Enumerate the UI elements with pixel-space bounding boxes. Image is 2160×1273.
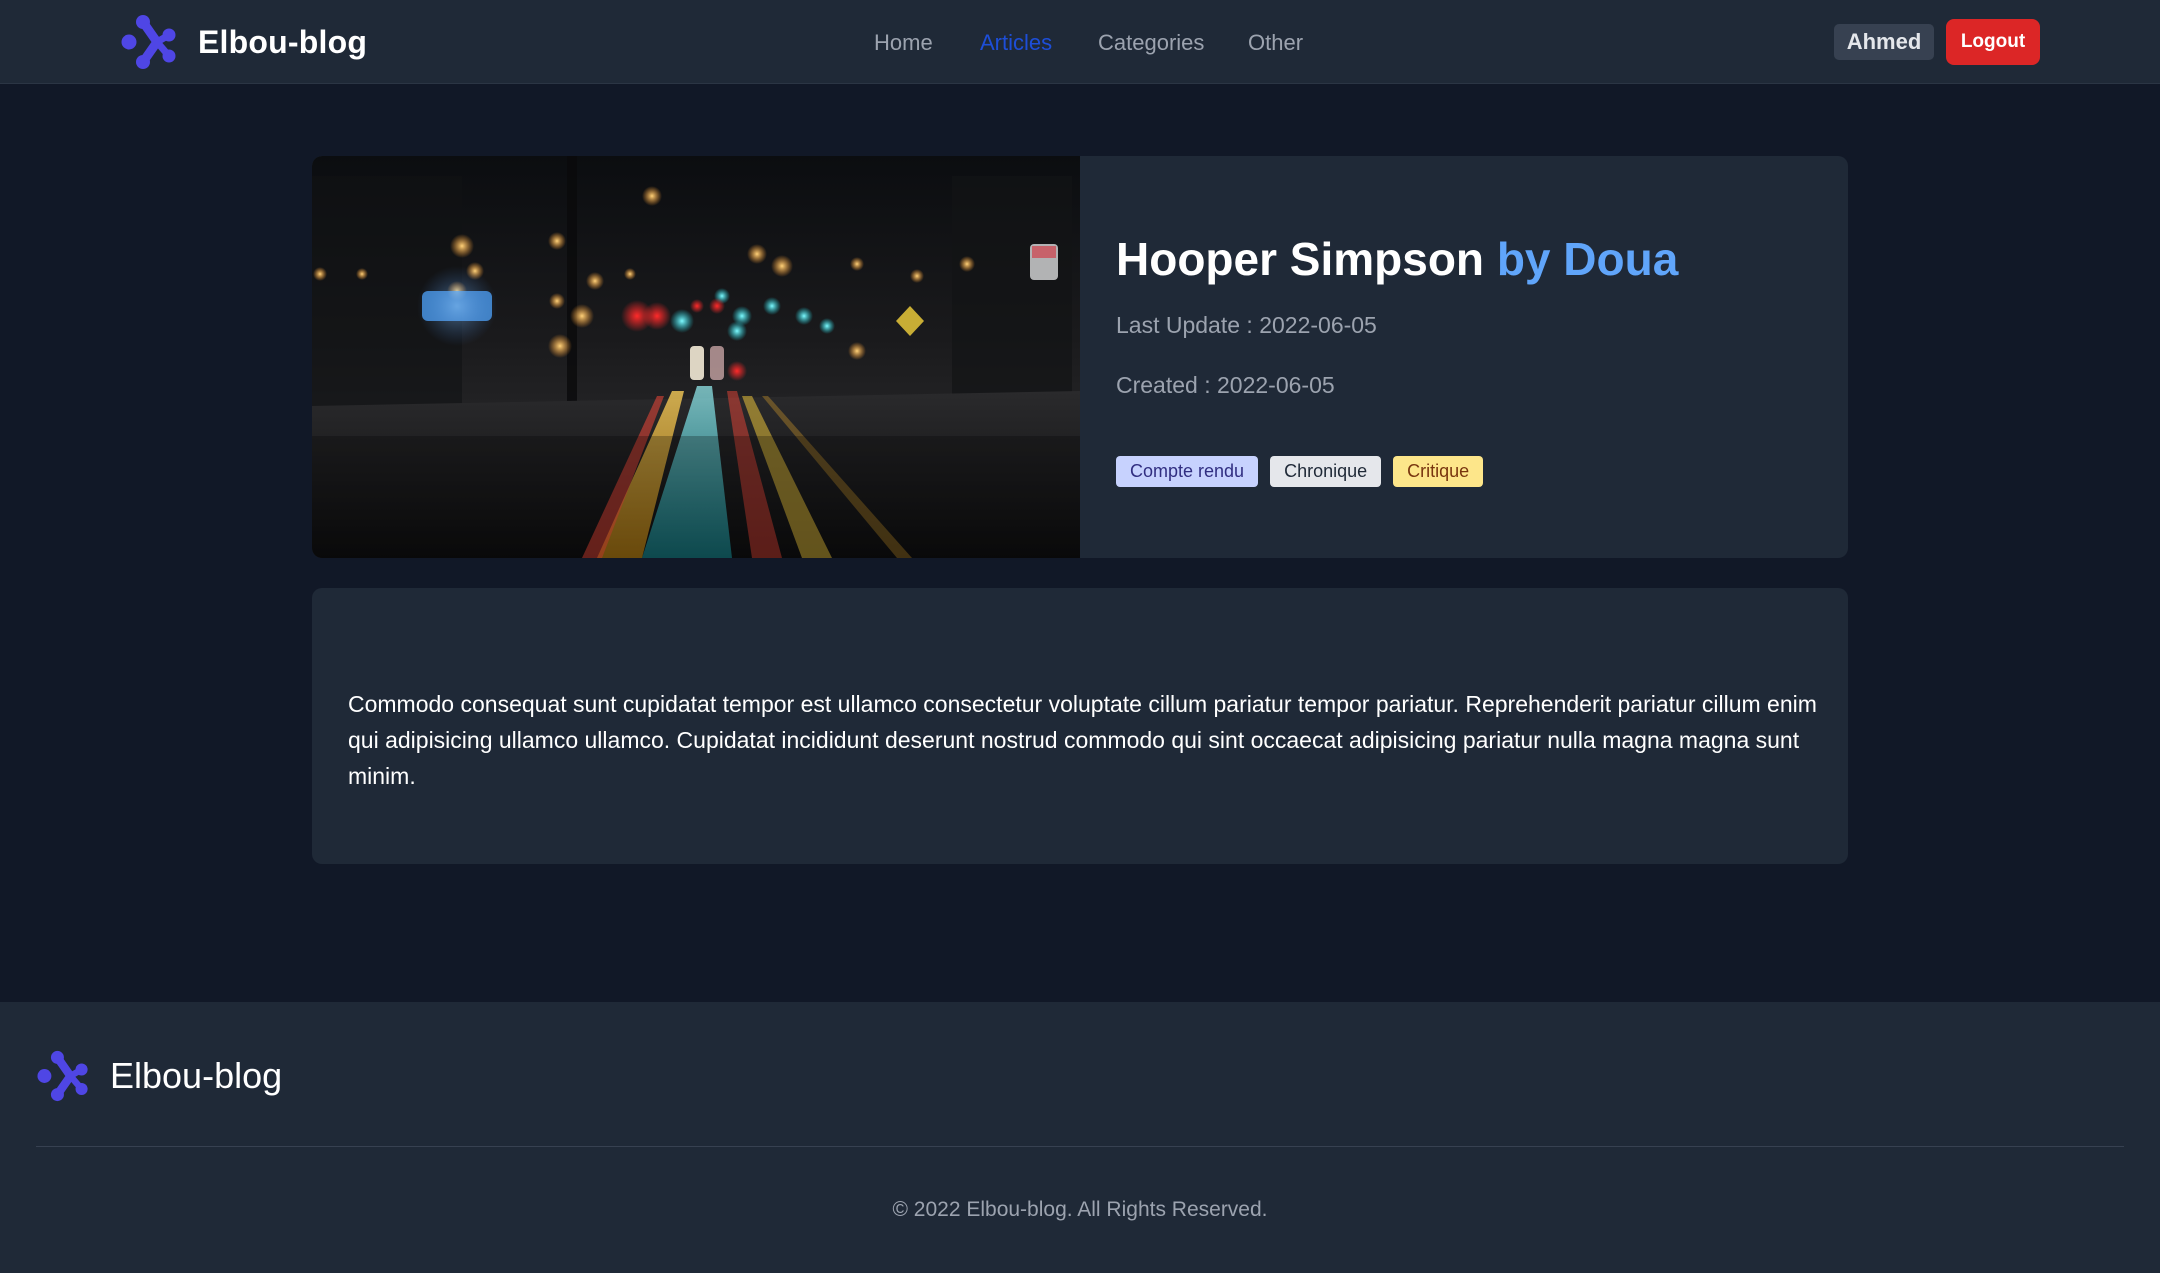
brand-logo-icon xyxy=(121,15,176,69)
tag-compte-rendu[interactable]: Compte rendu xyxy=(1116,456,1259,487)
nav-home[interactable]: Home xyxy=(874,28,933,58)
brand[interactable]: Elbou-blog xyxy=(120,14,367,70)
created-date: Created : 2022-06-05 xyxy=(1116,372,1335,398)
article-body-text: Commodo consequat sunt cupidatat tempor … xyxy=(348,691,1817,789)
brand-name: Elbou-blog xyxy=(198,23,368,60)
last-update-date: Last Update : 2022-06-05 xyxy=(1116,312,1377,338)
article-title: Hooper Simpson by Doua xyxy=(1116,232,1678,286)
article-author[interactable]: by Doua xyxy=(1497,233,1678,285)
article-tags: Compte rendu Chronique Critique xyxy=(1116,456,1484,487)
top-navbar: Elbou-blog Home Articles Categories Othe… xyxy=(0,0,2160,84)
article-body-card: Commodo consequat sunt cupidatat tempor … xyxy=(312,588,1848,864)
tag-chronique[interactable]: Chronique xyxy=(1270,456,1382,487)
footer-brand[interactable]: Elbou-blog xyxy=(36,1048,282,1104)
nav-other[interactable]: Other xyxy=(1248,28,1303,58)
logout-button[interactable]: Logout xyxy=(1946,19,2040,65)
footer: Elbou-blog © 2022 Elbou-blog. All Rights… xyxy=(0,1002,2160,1273)
brand-logo-icon xyxy=(37,1050,88,1102)
night-street-photo xyxy=(312,156,1080,558)
article-hero-image xyxy=(312,156,1080,558)
article-header-card: Hooper Simpson by Doua Last Update : 202… xyxy=(312,156,1848,558)
footer-brand-name: Elbou-blog xyxy=(110,1055,283,1096)
user-name-badge[interactable]: Ahmed xyxy=(1834,24,1934,60)
footer-divider xyxy=(36,1146,2124,1147)
copyright-text: © 2022 Elbou-blog. All Rights Reserved. xyxy=(892,1198,1268,1221)
tag-critique[interactable]: Critique xyxy=(1393,456,1484,487)
article-info: Hooper Simpson by Doua Last Update : 202… xyxy=(1116,156,1816,558)
article-title-text: Hooper Simpson xyxy=(1116,233,1485,285)
nav-categories[interactable]: Categories xyxy=(1098,28,1204,58)
nav-articles[interactable]: Articles xyxy=(980,28,1052,58)
